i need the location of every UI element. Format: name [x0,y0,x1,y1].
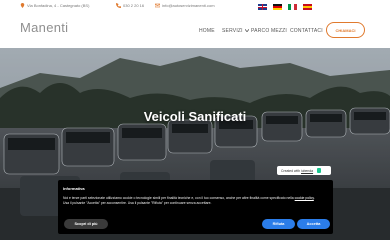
cookie-text-main: Noi e terze parti selezionate utilizziam… [63,196,294,200]
iubenda-logo-icon [317,168,322,173]
nav-link-contattaci[interactable]: CONTATTACI [290,28,323,34]
chevron-down-icon [245,29,250,33]
hero-title: Veicoli Sanificati [143,109,247,124]
call-us-button[interactable]: CHIAMACI [326,22,365,38]
address-info: Via Bonfadina, 4 - Castegnato (BS) [20,3,89,8]
learn-more-button[interactable]: Scopri di più [64,219,108,229]
address-text: Via Bonfadina, 4 - Castegnato (BS) [27,3,90,8]
iubenda-brand: iubenda [301,168,314,173]
accept-button[interactable]: Accetta [297,219,330,229]
iubenda-badge[interactable]: Created with iubenda [277,166,331,175]
phone-info[interactable]: 030 2 20 16 [116,3,144,8]
cookie-text-after: Usa il pulsante "Accetta" per acconsenti… [63,200,212,205]
cookie-title: Informativa [63,186,85,191]
phone-text: 030 2 20 16 [123,3,145,8]
nav-link-parco-mezzi[interactable]: PARCO MEZZI [251,28,287,34]
iubenda-prefix: Created with [281,168,301,173]
top-bar: Via Bonfadina, 4 - Castegnato (BS) 030 2… [0,0,390,15]
email-info[interactable]: info@autoservizimanenti.com [155,3,215,8]
flag-spain-icon[interactable] [303,4,312,10]
cookie-text: Noi e terze parti selezionate utilizziam… [63,196,315,205]
cookie-policy-link[interactable]: cookie policy [295,196,314,200]
map-pin-icon [20,3,25,8]
flag-italy-icon[interactable] [288,4,297,10]
email-text: info@autoservizimanenti.com [162,3,215,8]
flag-uk-icon[interactable] [258,4,267,10]
nav-link-servizi[interactable]: SERVIZI [222,28,250,34]
phone-icon [116,3,121,8]
flag-germany-icon[interactable] [273,4,282,10]
language-switcher [258,4,312,10]
mail-icon [155,3,160,8]
nav-link-home[interactable]: HOME [199,28,215,34]
site-logo[interactable]: Manenti [20,20,68,35]
reject-button[interactable]: Rifiuta [262,219,295,229]
nav-link-servizi-label: SERVIZI [222,28,243,34]
